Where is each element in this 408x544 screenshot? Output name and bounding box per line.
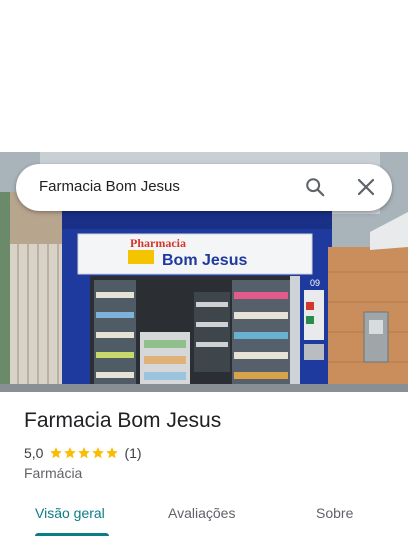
review-count[interactable]: (1): [124, 445, 141, 461]
sign-line1: Pharmacia: [130, 236, 186, 250]
star-icon: [92, 447, 105, 459]
search-bar[interactable]: Farmacia Bom Jesus: [16, 164, 392, 211]
star-icon: [50, 447, 63, 459]
rating-stars: [49, 446, 119, 460]
star-icon: [64, 447, 77, 459]
place-title: Farmacia Bom Jesus: [24, 409, 222, 432]
tab-overview[interactable]: Visão geral: [35, 505, 105, 521]
rating-value: 5,0: [24, 445, 44, 461]
top-blank-area: [0, 0, 408, 152]
star-icon: [106, 447, 119, 459]
search-input[interactable]: Farmacia Bom Jesus: [39, 178, 180, 195]
tab-reviews[interactable]: Avaliações: [168, 505, 235, 521]
rating-row[interactable]: 5,0 (1): [24, 444, 142, 462]
tab-about[interactable]: Sobre: [316, 505, 353, 521]
star-icon: [78, 447, 91, 459]
active-tab-indicator: [35, 533, 109, 536]
search-icon[interactable]: [304, 176, 326, 198]
tab-bar: Visão geral Avaliações Sobre: [0, 496, 408, 544]
house-number: 09: [310, 278, 320, 288]
place-category: Farmácia: [24, 465, 83, 481]
close-icon[interactable]: [356, 177, 376, 197]
sign-line2: Bom Jesus: [162, 252, 247, 269]
